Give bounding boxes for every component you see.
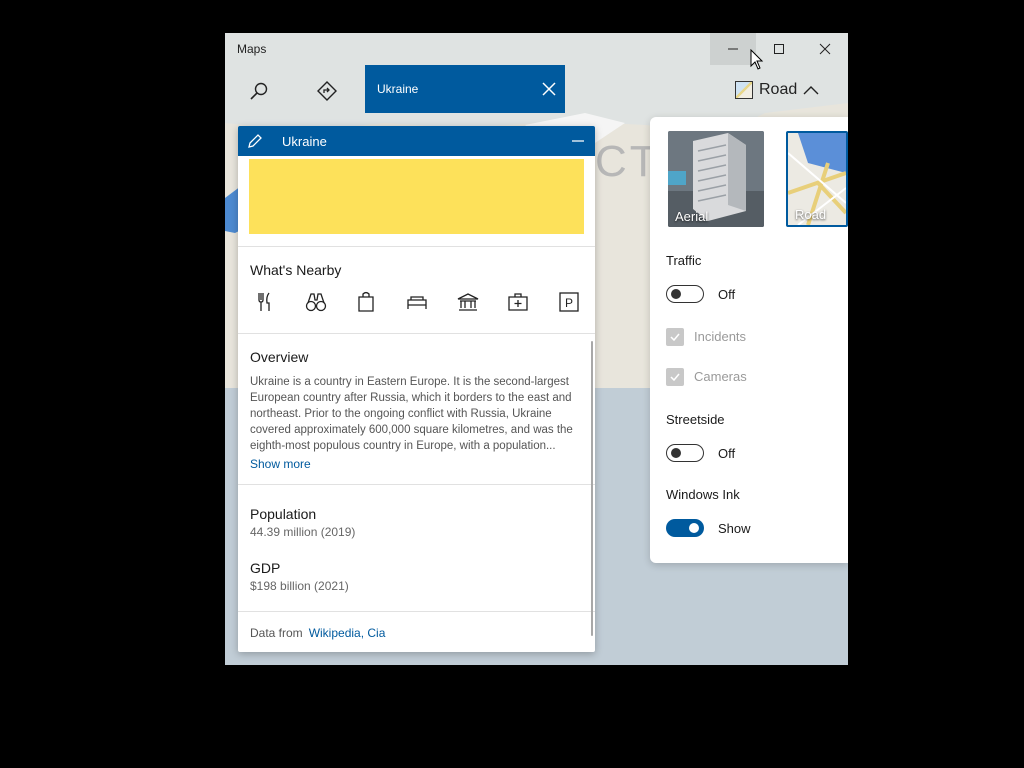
parking-icon[interactable]: P <box>556 289 582 315</box>
minimize-icon <box>728 48 738 50</box>
aerial-label: Aerial <box>675 209 709 224</box>
scrollbar-thumb[interactable] <box>591 341 593 636</box>
divider <box>238 246 595 247</box>
gdp-value: $198 billion (2021) <box>250 579 349 593</box>
maps-window: CTIC Maps Ukraine Road <box>225 33 848 665</box>
streetside-state: Off <box>718 446 736 461</box>
windows-ink-toggle[interactable] <box>666 519 704 537</box>
search-tab[interactable]: Ukraine <box>365 65 565 113</box>
streetside-toggle[interactable] <box>666 444 704 462</box>
nearby-icons-row: P <box>252 289 582 315</box>
incidents-label: Incidents <box>694 329 747 344</box>
map-layers-panel: Aerial Road Traffic Off Incidents Camera… <box>650 117 848 563</box>
search-tab-label: Ukraine <box>377 82 419 96</box>
directions-button[interactable] <box>307 75 347 107</box>
windows-ink-state: Show <box>718 521 751 536</box>
directions-icon <box>317 81 337 101</box>
data-source-links[interactable]: Wikipedia, Cia <box>309 626 386 640</box>
close-icon <box>819 43 831 55</box>
close-icon <box>542 82 556 96</box>
search-button[interactable] <box>239 75 279 107</box>
overview-text: Ukraine is a country in Eastern Europe. … <box>250 376 573 452</box>
binoculars-icon[interactable] <box>303 289 329 315</box>
card-header: Ukraine <box>238 126 595 156</box>
cameras-checkbox[interactable] <box>666 368 684 386</box>
checkmark-icon <box>670 373 680 382</box>
place-card: Ukraine What's Nearby P Overview Ukraine… <box>238 126 595 652</box>
svg-text:P: P <box>565 296 573 310</box>
maximize-icon <box>774 44 784 54</box>
aerial-style-option[interactable]: Aerial <box>668 131 764 227</box>
population-label: Population <box>250 506 317 522</box>
shopping-bag-icon[interactable] <box>353 289 379 315</box>
traffic-state: Off <box>718 287 736 302</box>
museum-icon[interactable] <box>455 289 481 315</box>
restaurant-icon[interactable] <box>252 289 278 315</box>
pencil-icon <box>248 134 262 148</box>
road-map-icon <box>735 81 753 99</box>
population-value: 44.39 million (2019) <box>250 525 356 539</box>
map-style-label: Road <box>759 81 798 98</box>
data-source: Data from Wikipedia, Cia <box>250 626 385 640</box>
app-title: Maps <box>237 42 267 56</box>
collapse-card-button[interactable] <box>569 132 587 150</box>
toggle-knob <box>671 289 681 299</box>
road-style-option[interactable]: Road <box>786 131 848 227</box>
divider <box>238 333 595 334</box>
road-label: Road <box>795 207 827 222</box>
traffic-label: Traffic <box>666 253 702 268</box>
toggle-knob <box>671 448 681 458</box>
close-window-button[interactable] <box>802 33 848 65</box>
data-source-prefix: Data from <box>250 626 303 640</box>
search-icon <box>250 82 268 100</box>
gdp-label: GDP <box>250 560 281 576</box>
windows-ink-label: Windows Ink <box>666 487 740 502</box>
incidents-checkbox[interactable] <box>666 328 684 346</box>
show-more-link[interactable]: Show more <box>250 457 311 471</box>
divider <box>238 611 595 612</box>
chevron-up-icon <box>803 86 819 95</box>
divider <box>238 484 595 485</box>
traffic-toggle[interactable] <box>666 285 704 303</box>
hospital-icon[interactable] <box>505 289 531 315</box>
hotel-icon[interactable] <box>404 289 430 315</box>
overview-title: Overview <box>250 349 309 365</box>
checkmark-icon <box>670 333 680 342</box>
card-title: Ukraine <box>282 134 327 149</box>
map-style-button[interactable]: Road <box>735 79 819 101</box>
streetside-label: Streetside <box>666 412 725 427</box>
edit-button[interactable] <box>246 132 264 150</box>
mouse-cursor-icon <box>750 49 764 70</box>
cameras-label: Cameras <box>694 369 747 384</box>
toggle-knob <box>689 523 699 533</box>
search-tab-close-button[interactable] <box>539 79 559 99</box>
nearby-title: What's Nearby <box>250 262 342 278</box>
country-flag <box>249 159 584 234</box>
minimize-icon <box>572 140 584 142</box>
